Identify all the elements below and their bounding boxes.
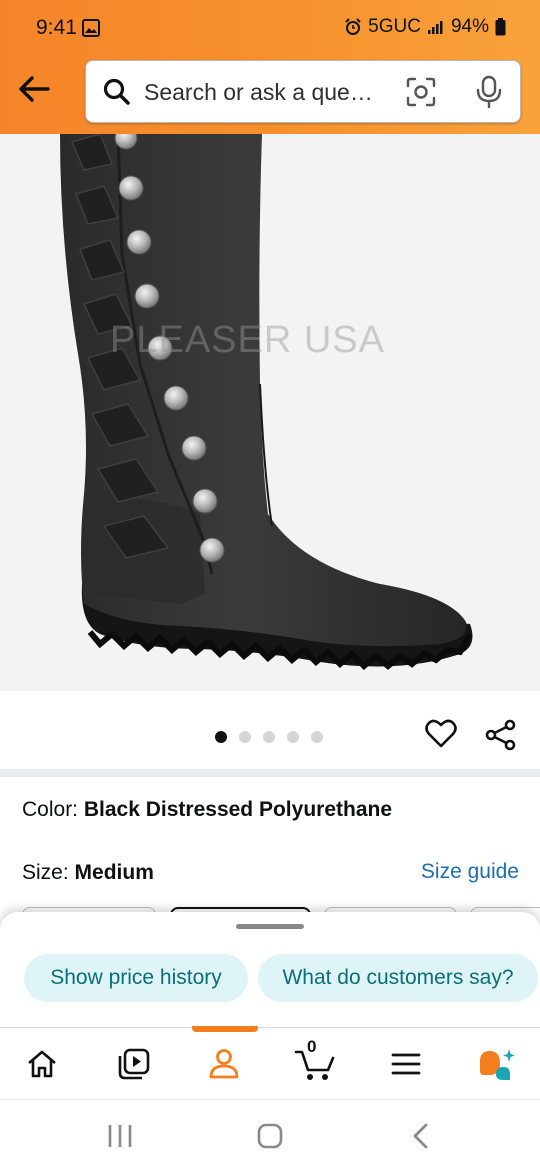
- rufus-icon: [480, 1049, 515, 1080]
- color-label: Color:: [22, 798, 79, 821]
- tab-rufus[interactable]: [474, 1042, 518, 1086]
- carousel-dot[interactable]: [215, 731, 227, 743]
- carousel-dots: [215, 731, 323, 743]
- status-right: 5GUC 94%: [344, 16, 506, 38]
- back-arrow-icon[interactable]: [14, 70, 54, 110]
- sheet-drag-handle[interactable]: [236, 924, 304, 929]
- product-image[interactable]: PLEASER USA: [0, 134, 540, 691]
- search-icon: [103, 78, 130, 105]
- boot-picture: [60, 134, 473, 671]
- alarm-icon: [345, 18, 361, 35]
- tab-home[interactable]: [20, 1042, 64, 1086]
- menu-icon: [391, 1053, 421, 1075]
- app-header: 9:41 5GUC 94%: [0, 0, 540, 134]
- bottom-tab-bar: 0: [0, 1026, 540, 1100]
- show-price-history-chip[interactable]: Show price history: [24, 954, 248, 1002]
- back-button-icon[interactable]: [402, 1120, 442, 1152]
- tab-cart[interactable]: 0: [293, 1037, 337, 1086]
- microphone-icon[interactable]: [475, 75, 503, 109]
- search-input[interactable]: [144, 71, 389, 113]
- status-time: 9:41: [36, 16, 77, 39]
- size-value: Medium: [74, 861, 154, 884]
- account-icon: [209, 1049, 239, 1079]
- carousel-dot[interactable]: [287, 731, 299, 743]
- signal-icon: [427, 21, 443, 34]
- status-bar: 9:41 5GUC 94%: [0, 0, 540, 56]
- bottom-sheet: Show price history What do customers say…: [0, 912, 540, 1027]
- battery-icon: [495, 18, 506, 36]
- recent-apps-icon[interactable]: [100, 1120, 140, 1152]
- system-navigation-bar: [0, 1099, 540, 1171]
- home-icon: [28, 1050, 56, 1078]
- photo-icon: [82, 19, 100, 37]
- size-guide-link[interactable]: Size guide: [421, 860, 519, 884]
- home-button-icon[interactable]: [250, 1120, 290, 1152]
- camera-scan-icon[interactable]: [406, 77, 436, 107]
- tab-account[interactable]: [202, 1042, 246, 1086]
- tab-menu[interactable]: [384, 1042, 428, 1086]
- carousel-dot[interactable]: [239, 731, 251, 743]
- image-carousel-controls: [0, 691, 540, 771]
- video-icon: [118, 1048, 150, 1080]
- what-customers-say-chip[interactable]: What do customers say?: [258, 954, 538, 1002]
- section-divider: [0, 769, 540, 777]
- color-value: Black Distressed Polyurethane: [83, 798, 393, 821]
- tab-video[interactable]: [112, 1042, 156, 1086]
- cart-count: 0: [307, 1037, 317, 1056]
- carousel-dot[interactable]: [263, 731, 275, 743]
- size-selection: Size: Medium: [22, 861, 154, 885]
- size-label: Size:: [22, 861, 69, 884]
- heart-icon[interactable]: [425, 719, 457, 749]
- image-watermark: PLEASER USA: [110, 319, 385, 361]
- search-bar[interactable]: [85, 60, 521, 123]
- active-tab-indicator: [192, 1026, 258, 1032]
- network-label: 5GUC: [368, 16, 421, 37]
- share-icon[interactable]: [485, 719, 517, 751]
- battery-percent: 94%: [450, 16, 489, 37]
- color-selection: Color: Black Distressed Polyurethane: [22, 798, 392, 822]
- carousel-dot[interactable]: [311, 731, 323, 743]
